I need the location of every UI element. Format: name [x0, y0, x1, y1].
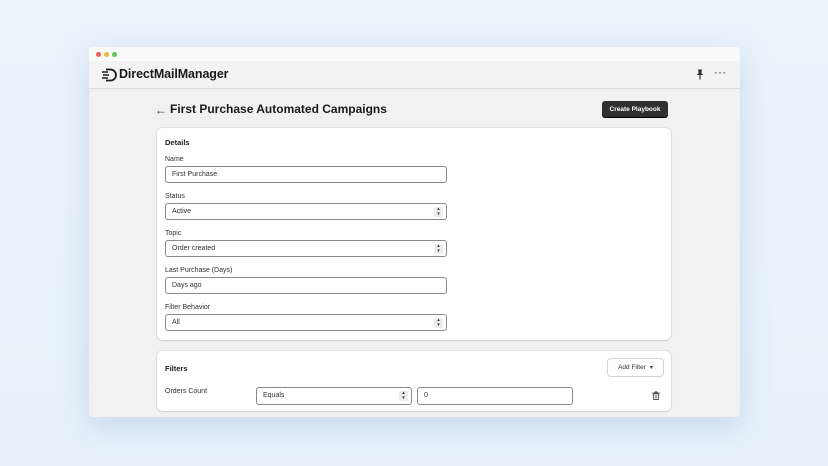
status-value: Active	[172, 208, 192, 215]
minimize-window-dot[interactable]	[104, 52, 109, 57]
filters-title: Filters	[165, 364, 188, 373]
filter-operator-value: Equals	[263, 392, 285, 399]
add-filter-button[interactable]: Add Filter ▾	[608, 359, 663, 376]
create-playbook-button[interactable]: Create Playbook	[602, 101, 668, 117]
more-options-icon[interactable]: ···	[714, 65, 726, 79]
details-title: Details	[165, 138, 190, 147]
logo-icon	[102, 68, 117, 82]
trash-icon	[652, 391, 660, 400]
window-chrome	[89, 47, 740, 61]
app-header: DirectMailManager ···	[89, 61, 740, 89]
last-purchase-label: Last Purchase (Days)	[165, 267, 233, 274]
select-arrows-icon: ▴ ▾	[434, 318, 443, 328]
name-input[interactable]: First Purchase	[165, 166, 447, 183]
select-arrows-icon: ▴ ▾	[434, 244, 443, 254]
pin-icon[interactable]	[695, 69, 705, 80]
maximize-window-dot[interactable]	[112, 52, 117, 57]
app-window: DirectMailManager ··· ← First Purchase A…	[89, 47, 740, 417]
select-arrows-icon: ▴ ▾	[434, 207, 443, 217]
filters-card: Filters Add Filter ▾ Orders Count Equals…	[157, 351, 671, 411]
app-name: DirectMailManager	[119, 67, 229, 81]
status-select[interactable]: Active ▴ ▾	[165, 203, 447, 220]
last-purchase-input[interactable]: Days ago	[165, 277, 447, 294]
details-card: Details Name First Purchase Status Activ…	[157, 128, 671, 340]
filter-row-label: Orders Count	[165, 388, 208, 395]
name-value: First Purchase	[172, 171, 218, 178]
topic-select[interactable]: Order created ▴ ▾	[165, 240, 447, 257]
status-label: Status	[165, 193, 185, 200]
topic-value: Order created	[172, 245, 216, 252]
chevron-down-icon: ▾	[649, 365, 653, 371]
add-filter-label: Add Filter	[618, 364, 646, 371]
page-title: First Purchase Automated Campaigns	[170, 102, 387, 116]
topic-label: Topic	[165, 230, 182, 237]
close-window-dot[interactable]	[96, 52, 101, 57]
filter-behavior-select[interactable]: All ▴ ▾	[165, 314, 447, 331]
name-label: Name	[165, 156, 184, 163]
filter-behavior-label: Filter Behavior	[165, 304, 211, 311]
filter-operator-select[interactable]: Equals ▴ ▾	[256, 387, 412, 405]
filter-value: 0	[424, 392, 428, 399]
last-purchase-value: Days ago	[172, 282, 202, 289]
back-arrow-icon[interactable]: ←	[155, 103, 167, 117]
select-arrows-icon: ▴ ▾	[399, 391, 408, 401]
filter-behavior-value: All	[172, 319, 180, 326]
delete-filter-button[interactable]	[649, 389, 663, 402]
filter-value-input[interactable]: 0	[417, 387, 573, 405]
